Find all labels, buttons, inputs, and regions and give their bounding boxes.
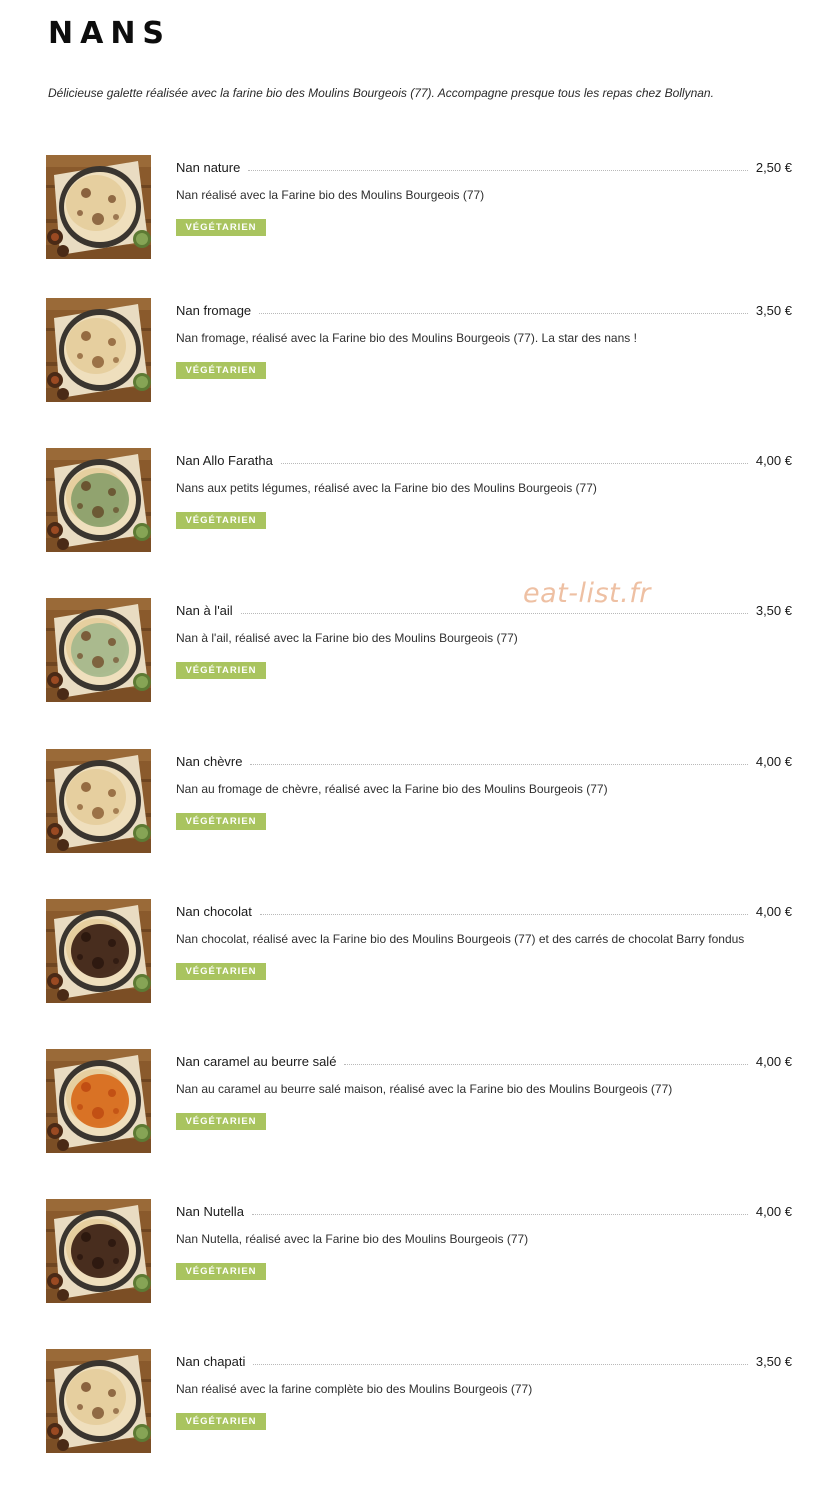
dotted-leader xyxy=(259,312,748,314)
vegetarian-badge: VÉGÉTARIEN xyxy=(176,1113,266,1130)
item-description: Nan réalisé avec la Farine bio des Mouli… xyxy=(176,188,485,202)
item-description: Nan Nutella, réalisé avec la Farine bio … xyxy=(176,1232,529,1246)
item-description: Nan au caramel au beurre salé maison, ré… xyxy=(176,1082,673,1096)
item-name: Nan fromage xyxy=(176,303,252,318)
vegetarian-badge: VÉGÉTARIEN xyxy=(176,512,266,529)
item-header: Nan fromage 3,50 € xyxy=(176,300,792,318)
item-price: 4,00 € xyxy=(755,754,792,769)
dotted-leader xyxy=(280,462,748,464)
dotted-leader xyxy=(250,763,748,765)
item-price: 2,50 € xyxy=(755,160,792,175)
item-header: Nan à l'ail 3,50 € xyxy=(176,600,792,618)
menu-item: Nan chocolat 4,00 € Nan chocolat, réalis… xyxy=(46,899,792,1005)
nan-photo xyxy=(46,298,151,402)
item-header: Nan chèvre 4,00 € xyxy=(176,751,792,769)
item-price: 4,00 € xyxy=(755,453,792,468)
vegetarian-badge: VÉGÉTARIEN xyxy=(176,362,266,379)
item-description: Nan chocolat, réalisé avec la Farine bio… xyxy=(176,932,745,946)
item-description: Nans aux petits légumes, réalisé avec la… xyxy=(176,481,597,495)
dotted-leader xyxy=(259,913,748,915)
item-price: 4,00 € xyxy=(755,1054,792,1069)
item-name: Nan chapati xyxy=(176,1354,246,1369)
nan-photo xyxy=(46,598,151,702)
page-title: NANS xyxy=(48,16,172,51)
nan-photo xyxy=(46,1199,151,1303)
menu-item: Nan nature 2,50 € Nan réalisé avec la Fa… xyxy=(46,155,792,261)
item-name: Nan à l'ail xyxy=(176,603,233,618)
menu-item: Nan chèvre 4,00 € Nan au fromage de chèv… xyxy=(46,749,792,855)
dotted-leader xyxy=(240,612,748,614)
item-header: Nan chocolat 4,00 € xyxy=(176,901,792,919)
item-description: Nan à l'ail, réalisé avec la Farine bio … xyxy=(176,631,518,645)
dotted-leader xyxy=(344,1063,748,1065)
item-header: Nan chapati 3,50 € xyxy=(176,1351,792,1369)
item-price: 3,50 € xyxy=(755,1354,792,1369)
item-description: Nan réalisé avec la farine complète bio … xyxy=(176,1382,533,1396)
item-header: Nan Nutella 4,00 € xyxy=(176,1201,792,1219)
item-price: 4,00 € xyxy=(755,904,792,919)
vegetarian-badge: VÉGÉTARIEN xyxy=(176,1263,266,1280)
item-price: 3,50 € xyxy=(755,603,792,618)
item-header: Nan Allo Faratha 4,00 € xyxy=(176,450,792,468)
item-name: Nan chèvre xyxy=(176,754,243,769)
vegetarian-badge: VÉGÉTARIEN xyxy=(176,662,266,679)
vegetarian-badge: VÉGÉTARIEN xyxy=(176,963,266,980)
nan-photo xyxy=(46,749,151,853)
dotted-leader xyxy=(253,1363,748,1365)
nan-photo xyxy=(46,1349,151,1453)
item-price: 4,00 € xyxy=(755,1204,792,1219)
item-description: Nan fromage, réalisé avec la Farine bio … xyxy=(176,331,637,345)
nan-photo xyxy=(46,155,151,259)
watermark: eat-list.fr xyxy=(523,578,651,609)
nan-photo xyxy=(46,448,151,552)
menu-item: Nan fromage 3,50 € Nan fromage, réalisé … xyxy=(46,298,792,404)
item-header: Nan caramel au beurre salé 4,00 € xyxy=(176,1051,792,1069)
dotted-leader xyxy=(251,1213,748,1215)
item-name: Nan Nutella xyxy=(176,1204,244,1219)
menu-item: Nan Nutella 4,00 € Nan Nutella, réalisé … xyxy=(46,1199,792,1305)
dotted-leader xyxy=(248,169,748,171)
menu-item: Nan à l'ail 3,50 € Nan à l'ail, réalisé … xyxy=(46,598,792,704)
item-name: Nan caramel au beurre salé xyxy=(176,1054,337,1069)
item-name: Nan chocolat xyxy=(176,904,252,919)
menu-item: Nan caramel au beurre salé 4,00 € Nan au… xyxy=(46,1049,792,1155)
item-description: Nan au fromage de chèvre, réalisé avec l… xyxy=(176,782,608,796)
intro-text: Délicieuse galette réalisée avec la fari… xyxy=(48,86,714,100)
item-price: 3,50 € xyxy=(755,303,792,318)
vegetarian-badge: VÉGÉTARIEN xyxy=(176,219,266,236)
vegetarian-badge: VÉGÉTARIEN xyxy=(176,1413,266,1430)
item-header: Nan nature 2,50 € xyxy=(176,157,792,175)
menu-item: Nan chapati 3,50 € Nan réalisé avec la f… xyxy=(46,1349,792,1455)
nan-photo xyxy=(46,1049,151,1153)
item-name: Nan Allo Faratha xyxy=(176,453,273,468)
menu-item: Nan Allo Faratha 4,00 € Nans aux petits … xyxy=(46,448,792,554)
vegetarian-badge: VÉGÉTARIEN xyxy=(176,813,266,830)
nan-photo xyxy=(46,899,151,1003)
item-name: Nan nature xyxy=(176,160,241,175)
